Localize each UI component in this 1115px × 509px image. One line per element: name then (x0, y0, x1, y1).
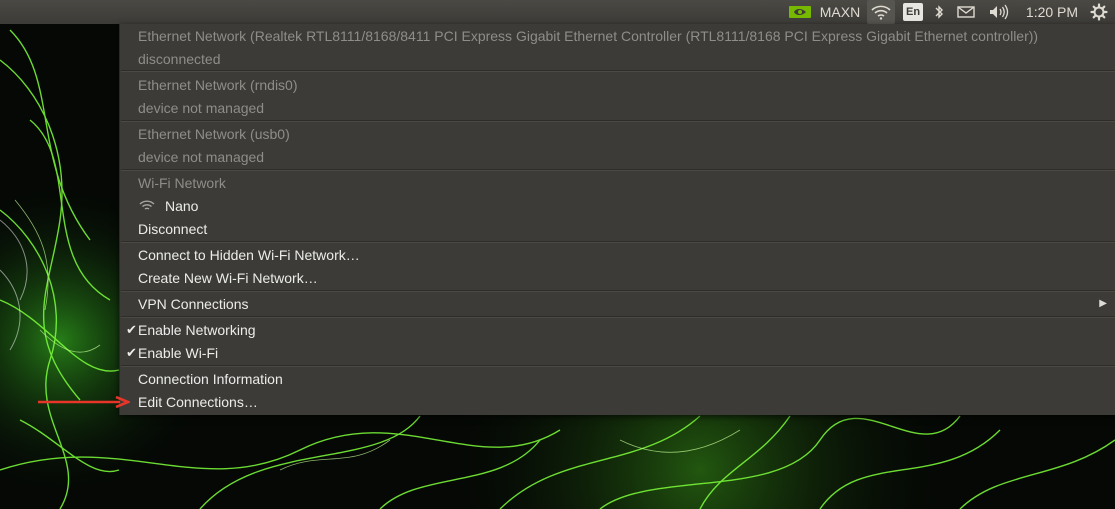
wifi-network-name: Nano (165, 198, 199, 214)
enable-wifi-check-icon: ✔ (126, 345, 137, 360)
top-panel: MAXN En 1:20 PM (0, 0, 1115, 24)
power-mode-indicator[interactable]: MAXN (818, 0, 862, 24)
menu-separator (121, 70, 1115, 72)
connect-hidden-wifi-item[interactable]: Connect to Hidden Wi-Fi Network… (138, 245, 360, 265)
menu-separator (121, 120, 1115, 122)
ethernet-usb-status: device not managed (138, 149, 265, 165)
nvidia-logo-icon[interactable] (786, 0, 814, 24)
vpn-connections-item[interactable]: VPN Connections (138, 294, 1093, 314)
gear-icon[interactable] (1088, 0, 1110, 24)
enable-networking-item[interactable]: Enable Networking (138, 320, 256, 340)
bluetooth-icon[interactable] (931, 0, 947, 24)
clock[interactable]: 1:20 PM (1022, 0, 1082, 24)
ethernet-rndis-status: device not managed (138, 100, 265, 116)
enable-networking-check-icon: ✔ (126, 322, 137, 337)
submenu-arrow-icon: ▶ (1099, 298, 1107, 309)
wifi-signal-icon (139, 200, 155, 210)
language-indicator[interactable]: En (903, 3, 924, 21)
ethernet-usb-title: Ethernet Network (usb0) (138, 126, 290, 142)
mail-icon[interactable] (955, 0, 977, 24)
ethernet-realtek-status: disconnected (138, 51, 221, 67)
edit-connections-item[interactable]: Edit Connections… (138, 392, 258, 412)
wifi-icon[interactable] (867, 0, 895, 24)
network-menu: Ethernet Network (Realtek RTL8111/8168/8… (119, 24, 1115, 415)
menu-separator (121, 365, 1115, 367)
volume-icon[interactable] (986, 0, 1012, 24)
ethernet-rndis-title: Ethernet Network (rndis0) (138, 77, 298, 93)
annotation-arrow-icon (38, 396, 130, 408)
ethernet-realtek-title: Ethernet Network (Realtek RTL8111/8168/8… (138, 28, 1039, 44)
wifi-network-header: Wi-Fi Network (138, 175, 226, 191)
menu-separator (121, 241, 1115, 243)
enable-wifi-item[interactable]: Enable Wi-Fi (138, 343, 218, 363)
connection-information-item[interactable]: Connection Information (138, 369, 283, 389)
disconnect-item[interactable]: Disconnect (138, 219, 207, 239)
wifi-network-item-nano[interactable]: Nano (138, 196, 338, 216)
create-new-wifi-item[interactable]: Create New Wi-Fi Network… (138, 268, 318, 288)
menu-separator (121, 169, 1115, 171)
vpn-connections-label: VPN Connections (138, 296, 249, 312)
menu-separator (121, 316, 1115, 318)
menu-separator (121, 290, 1115, 292)
